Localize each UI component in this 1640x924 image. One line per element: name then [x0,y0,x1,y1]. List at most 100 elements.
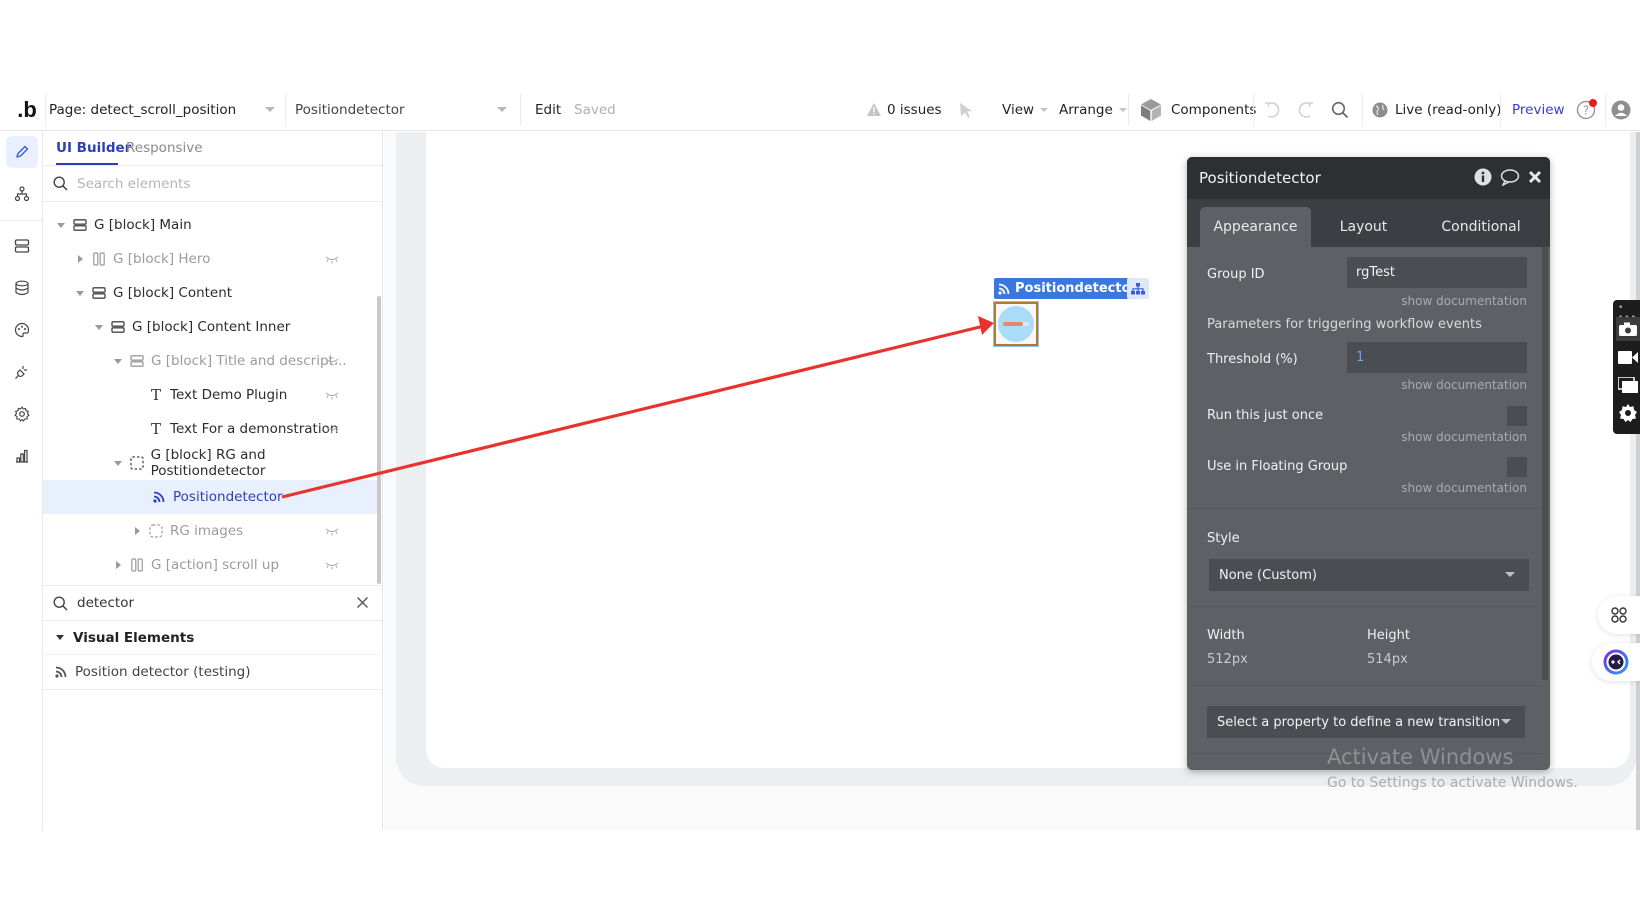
video-camera-icon [1618,350,1638,364]
plugins-tab-button[interactable] [6,356,38,388]
tree-scrollbar[interactable] [377,296,381,584]
screenshot-button[interactable] [1616,317,1640,341]
show-in-tree-button[interactable] [1127,278,1149,299]
database-icon [14,280,30,296]
builder-tabs: UI Builder Responsive [43,132,383,166]
icon-rail [0,132,43,830]
tree-row[interactable]: G [block] Content Inner [43,310,381,344]
transition-property-dropdown[interactable]: Select a property to define a new transi… [1207,706,1525,738]
tab-appearance[interactable]: Appearance [1200,207,1311,247]
video-record-button[interactable] [1616,345,1640,369]
tree-row[interactable]: T Text For a demonstration [43,412,381,446]
design-tab-button[interactable] [6,136,38,168]
group-id-input[interactable] [1347,257,1527,288]
clear-search-icon[interactable] [356,596,369,613]
expand-toggle[interactable] [113,458,123,468]
command-key-icon [1610,606,1628,624]
tree-row-label: G [block] RG and Postitiondetector [150,447,266,479]
redo-button[interactable] [1296,88,1316,131]
tab-responsive[interactable]: Responsive [126,140,203,156]
eye-closed-icon[interactable] [325,524,339,540]
show-documentation-link[interactable]: show documentation [1401,294,1527,308]
bubble-logo[interactable]: .b [12,88,42,131]
recorder-settings-button[interactable] [1616,401,1640,425]
expand-toggle[interactable] [113,560,123,570]
expand-toggle[interactable] [113,356,123,366]
close-icon[interactable] [1528,170,1542,184]
arrange-menu[interactable]: Arrange [1059,88,1127,131]
floating-group-checkbox[interactable] [1507,457,1527,477]
tree-row[interactable]: G [block] Content [43,276,381,310]
eye-closed-icon[interactable] [325,558,339,574]
eye-closed-icon[interactable] [325,354,339,370]
divider [520,94,521,126]
expand-toggle[interactable] [56,220,66,230]
tree-row[interactable]: G [block] Title and descript... [43,344,381,378]
tree-row[interactable]: G [block] Hero [43,242,381,276]
styles-tab-button[interactable] [6,314,38,346]
shortcuts-button[interactable] [1598,596,1640,634]
run-once-checkbox[interactable] [1507,406,1527,426]
eye-closed-icon[interactable] [325,252,339,268]
edit-menu[interactable]: Edit [535,88,561,131]
canvas-scrollbar[interactable] [1636,132,1640,830]
visual-elements-header[interactable]: Visual Elements [43,621,383,655]
hierarchy-icon [14,186,30,202]
view-menu[interactable]: View [1002,88,1049,131]
tree-row[interactable]: G [block] Main [43,208,381,242]
property-editor-header[interactable]: Positiondetector [1187,157,1550,199]
preview-button[interactable]: Preview [1512,88,1565,131]
issues-button[interactable]: 0 issues [867,88,942,131]
expand-toggle[interactable] [132,526,142,536]
tab-conditional[interactable]: Conditional [1416,207,1546,247]
page-select[interactable]: Page: detect_scroll_position [49,88,281,131]
assistant-button[interactable] [1592,643,1640,681]
elements-tab-button[interactable] [6,230,38,262]
tab-layout[interactable]: Layout [1311,207,1416,247]
expand-toggle[interactable] [75,288,85,298]
property-editor-scrollbar[interactable] [1542,247,1548,680]
search-button[interactable] [1331,88,1349,131]
element-label-tag[interactable]: Positiondetector [994,278,1144,299]
data-tab-button[interactable] [6,272,38,304]
eye-closed-icon[interactable] [325,422,339,438]
element-type-search-input[interactable] [77,595,327,611]
components-button[interactable]: Components [1141,88,1256,131]
cube-icon [1141,98,1161,121]
undo-button[interactable] [1262,88,1282,131]
threshold-input[interactable] [1347,342,1527,373]
structure-tab-button[interactable] [6,178,38,210]
show-documentation-link[interactable]: show documentation [1401,481,1527,495]
user-avatar-icon [1611,100,1631,120]
tree-row[interactable]: RG images [43,514,381,548]
settings-tab-button[interactable] [6,398,38,430]
eye-closed-icon[interactable] [325,388,339,404]
logs-tab-button[interactable] [6,440,38,472]
search-elements-input[interactable] [77,175,327,192]
group-rows-icon [110,320,126,334]
divider [0,220,43,221]
search-icon [53,176,68,191]
positiondetector-element[interactable] [993,301,1039,347]
divider [1253,94,1254,126]
visual-element-item[interactable]: Position detector (testing) [43,655,383,690]
expand-toggle[interactable] [94,322,104,332]
account-button[interactable] [1611,88,1631,131]
show-documentation-link[interactable]: show documentation [1401,378,1527,392]
window-capture-button[interactable] [1616,373,1640,397]
tab-ui-builder[interactable]: UI Builder [56,140,131,156]
tree-row[interactable]: T Text Demo Plugin [43,378,381,412]
tree-row[interactable]: G [block] RG and Postitiondetector [43,446,381,480]
expand-toggle[interactable] [75,254,85,264]
style-dropdown[interactable]: None (Custom) [1209,559,1529,591]
tree-row-selected[interactable]: Positiondetector [43,480,381,514]
tree-row[interactable]: G [action] scroll up [43,548,381,582]
live-version-button[interactable]: Live (read-only) [1372,88,1501,131]
show-documentation-link[interactable]: show documentation [1401,430,1527,444]
comment-icon[interactable] [1500,168,1520,186]
inspect-button[interactable] [958,88,974,131]
info-icon[interactable] [1474,168,1492,186]
run-once-label: Run this just once [1207,408,1324,423]
help-button[interactable]: ? [1576,88,1597,131]
element-select[interactable]: Positiondetector [295,88,513,131]
